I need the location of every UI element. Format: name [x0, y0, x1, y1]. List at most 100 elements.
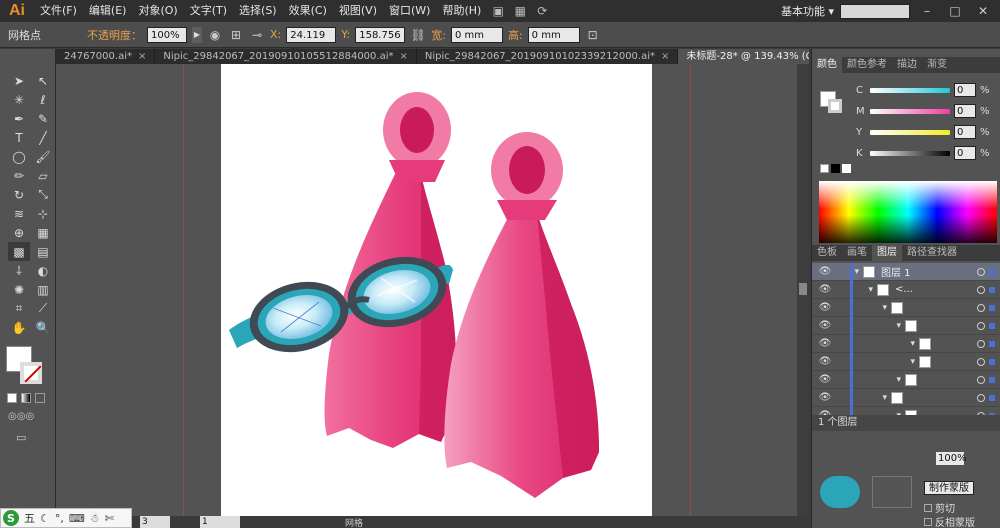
transform-icon[interactable]: ⊡	[585, 28, 601, 42]
expand-arrow-icon[interactable]: ▾	[853, 375, 901, 385]
bridge-icon[interactable]: ▣	[487, 2, 509, 20]
mask-thumbnail[interactable]	[820, 476, 860, 508]
artwork[interactable]	[221, 64, 652, 516]
zoom-input[interactable]: 3	[140, 516, 170, 528]
x-input[interactable]: 24.119 m	[286, 26, 337, 57]
target-circle-icon[interactable]	[977, 303, 985, 312]
expand-arrow-icon[interactable]: ▾	[853, 303, 887, 313]
ime-mode-label[interactable]: 五	[24, 510, 35, 526]
layer-name[interactable]: <...	[895, 284, 913, 295]
menu-select[interactable]: 选择(S)	[233, 0, 283, 22]
pen-tool-icon[interactable]: ✒	[8, 109, 30, 128]
hand-tool-icon[interactable]: ✋	[8, 318, 30, 337]
layer-row[interactable]: 👁▾	[812, 388, 1000, 407]
target-circle-icon[interactable]	[977, 375, 985, 384]
selection-indicator[interactable]	[989, 340, 995, 347]
workspace-switcher[interactable]: 基本功能 ▾	[781, 3, 834, 19]
magenta-slider[interactable]	[870, 108, 950, 114]
warp-tool-icon[interactable]: ≋	[8, 204, 30, 223]
color-mode-icon[interactable]	[7, 393, 17, 403]
tab-document-2[interactable]: Nipic_29842067_20190910105512884000.ai* ×	[155, 49, 417, 64]
free-transform-tool-icon[interactable]: ⊹	[32, 204, 54, 223]
artboard-tool-icon[interactable]: ⌗	[8, 299, 30, 318]
selection-indicator[interactable]	[989, 394, 995, 401]
right-fin-shape[interactable]	[444, 132, 599, 498]
yellow-input[interactable]: 0	[954, 125, 976, 139]
gradient-tool-icon[interactable]: ▤	[32, 242, 54, 261]
layer-row[interactable]: 👁▾	[812, 370, 1000, 389]
menu-effect[interactable]: 效果(C)	[283, 0, 333, 22]
selection-indicator[interactable]	[989, 358, 995, 365]
layer-row[interactable]: 👁▾	[812, 334, 1000, 353]
selection-indicator[interactable]	[989, 268, 995, 275]
none-swatch-icon[interactable]	[820, 164, 829, 173]
align-icon[interactable]: ⊞	[228, 28, 244, 42]
close-tab-icon[interactable]: ×	[138, 51, 146, 62]
search-input[interactable]	[840, 3, 910, 19]
ime-tools-icon[interactable]: ✄	[105, 512, 114, 525]
gradient-mode-icon[interactable]	[21, 393, 31, 403]
selection-indicator[interactable]	[989, 322, 995, 329]
visibility-eye-icon[interactable]: 👁	[818, 356, 832, 367]
mesh-tool-icon[interactable]: ▩	[8, 242, 30, 261]
menu-window[interactable]: 窗口(W)	[383, 0, 436, 22]
line-tool-icon[interactable]: ╱	[32, 128, 54, 147]
eyedropper-tool-icon[interactable]: ⸸	[8, 261, 30, 280]
opacity-dropdown-icon[interactable]: ▶	[192, 26, 202, 43]
paintbrush-tool-icon[interactable]: 🖌	[32, 147, 54, 166]
target-circle-icon[interactable]	[977, 321, 985, 330]
selection-tool-icon[interactable]: ➤	[8, 71, 30, 90]
sync-icon[interactable]: ⟳	[531, 2, 553, 20]
ellipse-tool-icon[interactable]: ◯	[8, 147, 30, 166]
make-mask-button[interactable]: 制作蒙版	[924, 481, 974, 495]
tab-swatches[interactable]: 色板	[812, 245, 842, 261]
visibility-eye-icon[interactable]: 👁	[818, 392, 832, 403]
color-stroke-swatch[interactable]	[828, 99, 842, 113]
transparency-opacity-input[interactable]: 100%	[936, 452, 967, 465]
tab-document-1[interactable]: 24767000.ai* ×	[56, 49, 156, 64]
mask-target-thumbnail[interactable]	[872, 476, 912, 508]
black-swatch[interactable]	[831, 164, 840, 173]
artboard-number-input[interactable]: 1	[200, 516, 240, 528]
close-tab-icon[interactable]: ×	[661, 51, 669, 62]
black-slider[interactable]	[870, 150, 950, 156]
slice-tool-icon[interactable]: ⟋	[32, 299, 54, 318]
ime-keyboard-icon[interactable]: ⌨	[69, 512, 85, 525]
visibility-eye-icon[interactable]: 👁	[818, 338, 832, 349]
tab-pathfinder[interactable]: 路径查找器	[902, 245, 962, 261]
menu-type[interactable]: 文字(T)	[184, 0, 233, 22]
clip-checkbox[interactable]: 剪切	[924, 500, 955, 515]
tab-color[interactable]: 颜色	[812, 57, 842, 73]
width-input[interactable]: 0 mm	[450, 26, 503, 43]
expand-arrow-icon[interactable]: ▾	[853, 339, 915, 349]
y-input[interactable]: 158.756	[355, 26, 406, 43]
visibility-eye-icon[interactable]: 👁	[818, 374, 832, 385]
stroke-swatch[interactable]	[20, 362, 42, 384]
expand-arrow-icon[interactable]: ▾	[853, 321, 901, 331]
direct-selection-tool-icon[interactable]: ↖	[32, 71, 54, 90]
minimize-icon[interactable]: –	[916, 2, 938, 20]
layer-row[interactable]: 👁▾	[812, 352, 1000, 371]
visibility-eye-icon[interactable]: 👁	[818, 320, 832, 331]
visibility-eye-icon[interactable]: 👁	[818, 302, 832, 313]
none-mode-icon[interactable]	[35, 393, 45, 403]
layer-row[interactable]: 👁 ▾ <...	[812, 280, 1000, 299]
vertical-scrollbar[interactable]	[797, 64, 809, 516]
close-tab-icon[interactable]: ×	[400, 51, 408, 62]
magenta-input[interactable]: 0	[954, 104, 976, 118]
tab-brushes[interactable]: 画笔	[842, 245, 872, 261]
eraser-tool-icon[interactable]: ▱	[32, 166, 54, 185]
yellow-slider[interactable]	[870, 129, 950, 135]
target-circle-icon[interactable]	[977, 393, 985, 402]
blend-tool-icon[interactable]: ◐	[32, 261, 54, 280]
screen-mode-icon[interactable]: ▭	[16, 431, 36, 444]
scale-tool-icon[interactable]: ⤡	[32, 185, 54, 204]
target-circle-icon[interactable]	[977, 267, 985, 276]
color-spectrum[interactable]	[819, 181, 997, 243]
artboard[interactable]	[221, 64, 652, 516]
expand-arrow-icon[interactable]: ▾	[853, 357, 915, 367]
selection-indicator[interactable]	[989, 286, 995, 293]
canvas-area[interactable]	[56, 64, 809, 516]
opacity-input[interactable]: 100%	[147, 26, 187, 43]
height-input[interactable]: 0 mm	[527, 26, 580, 43]
